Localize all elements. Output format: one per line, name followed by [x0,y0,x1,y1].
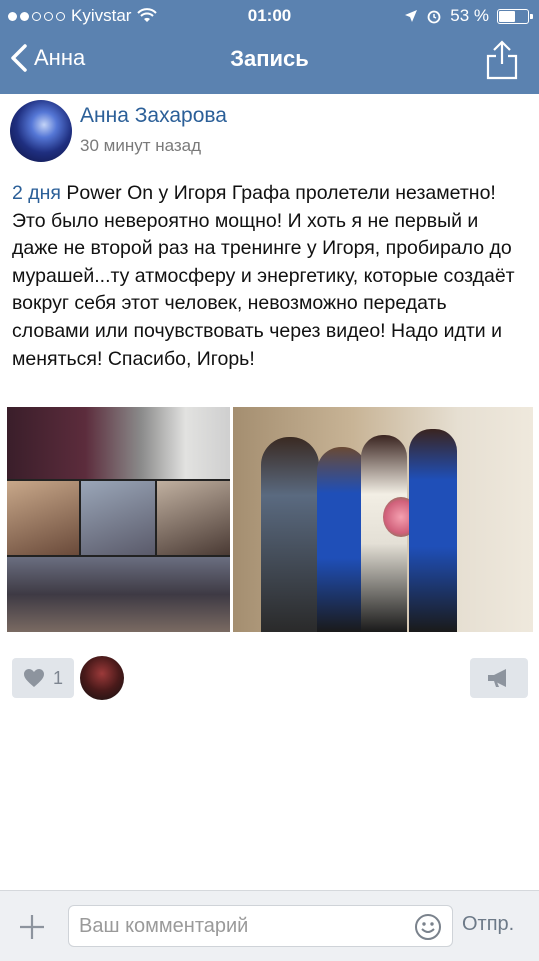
repost-button[interactable] [470,658,528,698]
location-icon [405,10,418,22]
attach-button[interactable] [14,909,50,945]
header: Kyivstar 01:00 53 % Анна Запись [0,0,539,94]
status-right: 53 % [404,6,533,26]
megaphone-icon [488,669,506,687]
heart-icon [23,669,44,687]
share-button[interactable] [485,40,519,80]
photo-collage[interactable] [7,407,230,632]
plus-icon [20,915,44,939]
comment-input[interactable] [68,905,453,947]
emoji-button[interactable] [414,913,442,941]
post-link[interactable]: 2 дня [12,182,61,204]
post-text: 2 дня Power On у Игоря Графа пролетели н… [12,180,527,373]
post-actions: 1 [0,654,539,714]
send-button[interactable]: Отпр. [462,913,514,936]
author-name[interactable]: Анна Захарова [80,104,227,128]
battery-icon [497,8,533,24]
alarm-icon [427,10,441,24]
like-button[interactable]: 1 [12,658,74,698]
photo-group[interactable] [233,407,533,632]
like-count: 1 [52,667,63,688]
post-body: Power On у Игоря Графа пролетели незамет… [12,182,515,370]
post: Анна Захарова 30 минут назад 2 дня Power… [0,94,539,894]
comment-bar: Отпр. [0,890,539,961]
author-avatar[interactable] [10,100,72,162]
page-title: Запись [230,46,309,71]
navbar: Анна Запись [0,32,539,94]
status-bar: Kyivstar 01:00 53 % [0,0,539,32]
battery-percent: 53 % [450,6,489,25]
post-time: 30 минут назад [80,136,202,155]
share-icon [486,40,518,80]
smiley-icon [415,914,441,940]
liker-avatar[interactable] [80,656,124,700]
